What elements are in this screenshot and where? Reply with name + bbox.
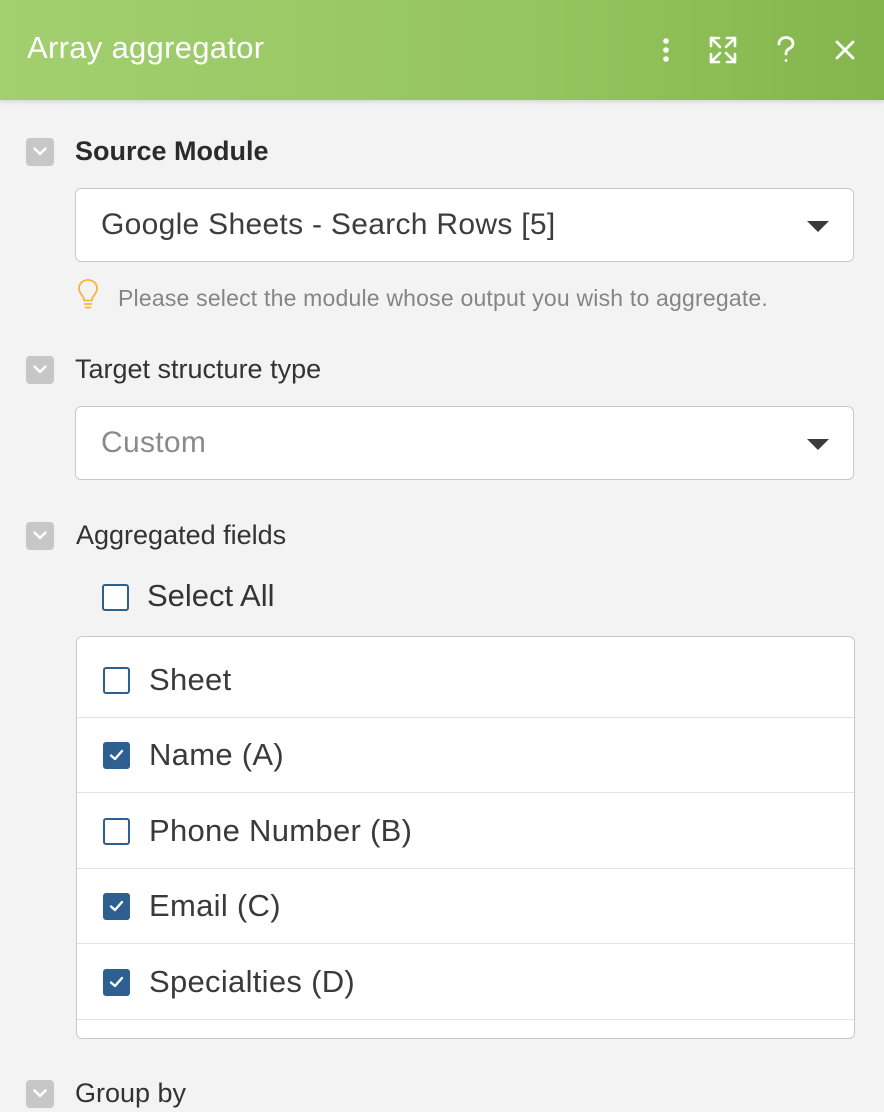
target-structure-value: Custom [101, 426, 207, 459]
aggregated-fields-toggle[interactable] [26, 522, 54, 550]
chevron-down-icon [33, 1085, 47, 1103]
close-icon [835, 40, 855, 60]
hint-text: Please select the module whose output yo… [118, 285, 769, 311]
field-checkbox-phone-number[interactable] [103, 818, 130, 845]
source-module-label: Source Module [75, 136, 269, 166]
array-aggregator-panel: Array aggregator Source Module Google Sh… [0, 0, 884, 1112]
lightbulb-icon [77, 278, 99, 315]
field-checkbox-sheet[interactable] [103, 667, 130, 694]
field-label: Sheet [149, 662, 232, 697]
field-label: Specialties (D) [149, 964, 356, 999]
source-module-value: Google Sheets - Search Rows [5] [101, 208, 556, 241]
field-label: Phone Number (B) [149, 813, 413, 848]
close-button[interactable] [823, 28, 867, 72]
chevron-down-icon [33, 361, 47, 379]
aggregated-fields-label: Aggregated fields [76, 520, 287, 550]
target-structure-select[interactable]: Custom [75, 406, 854, 480]
expand-button[interactable] [701, 28, 745, 72]
aggregated-fields-list[interactable]: Sheet Name (A) Phone Number (B) Email (C… [76, 636, 855, 1039]
help-icon [776, 36, 796, 64]
panel-title: Array aggregator [27, 30, 265, 65]
select-all-checkbox[interactable] [102, 584, 129, 611]
field-label: Email (C) [149, 888, 281, 923]
field-checkbox-email[interactable] [103, 893, 130, 920]
field-checkbox-name[interactable] [103, 742, 130, 769]
field-row-phone-number[interactable]: Phone Number (B) [77, 794, 854, 869]
chevron-down-icon [33, 527, 47, 545]
field-row-email[interactable]: Email (C) [77, 869, 854, 944]
panel-header: Array aggregator [0, 0, 884, 100]
caret-down-icon [807, 439, 829, 450]
expand-icon [709, 36, 737, 64]
field-row-name[interactable]: Name (A) [77, 718, 854, 793]
source-module-toggle[interactable] [26, 138, 54, 166]
field-checkbox-specialties[interactable] [103, 969, 130, 996]
source-module-select[interactable]: Google Sheets - Search Rows [5] [75, 188, 854, 262]
more-options-button[interactable] [644, 28, 688, 72]
field-label: Name (A) [149, 737, 285, 772]
target-structure-label: Target structure type [75, 354, 322, 384]
select-all-label: Select All [147, 578, 275, 613]
more-vertical-icon [662, 37, 670, 63]
field-row-specialties[interactable]: Specialties (D) [77, 945, 854, 1020]
chevron-down-icon [33, 143, 47, 161]
field-row-sheet[interactable]: Sheet [77, 643, 854, 718]
group-by-label: Group by [75, 1078, 187, 1108]
help-button[interactable] [764, 28, 808, 72]
target-structure-toggle[interactable] [26, 356, 54, 384]
caret-down-icon [807, 221, 829, 232]
group-by-toggle[interactable] [26, 1080, 54, 1108]
